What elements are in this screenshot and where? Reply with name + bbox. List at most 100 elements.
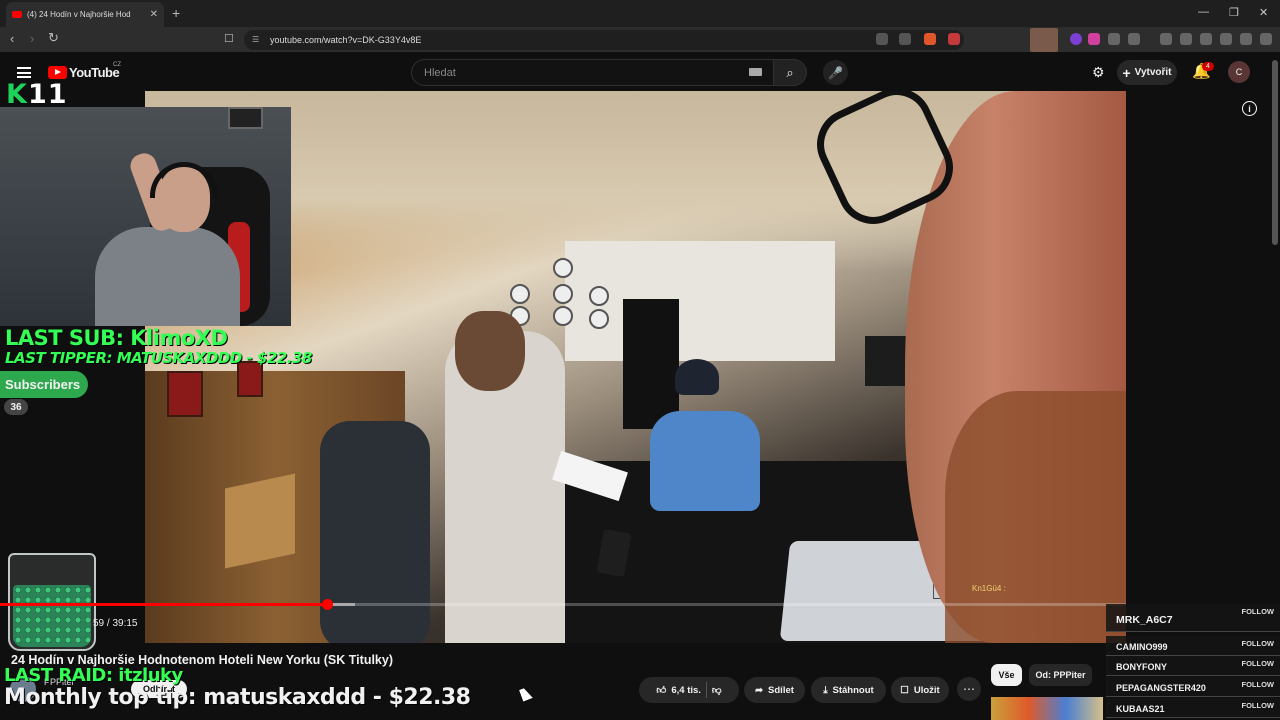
subscribers-label: Subscribers (0, 371, 88, 398)
chat-overlay-name: Kn1Gü4 : (972, 584, 1006, 593)
new-tab-button[interactable]: + (172, 5, 180, 21)
follow-username: CAMINO999 (1116, 642, 1168, 652)
sidebar-icon[interactable] (1180, 33, 1192, 45)
like-button[interactable]: 👍︎ 6,4 tis. (656, 684, 701, 697)
rewards-icon[interactable] (948, 33, 960, 45)
follow-username: MRK_A6C7 (1116, 614, 1173, 626)
search-input[interactable]: Hledat (411, 59, 774, 86)
back-icon[interactable]: ‹ (10, 31, 14, 46)
cardboard-boxes (225, 473, 295, 569)
chip-from-channel[interactable]: Od: PPPiter (1029, 664, 1092, 686)
tab-close-icon[interactable]: ✕ (150, 9, 158, 20)
progress-scrubber-handle[interactable] (321, 599, 333, 610)
autoplay-gear-icon[interactable]: ⚙ (1092, 64, 1105, 81)
youtube-logo-text[interactable]: YouTube (69, 65, 120, 80)
leo-ai-icon[interactable] (1220, 33, 1232, 45)
url-text: youtube.com/watch?v=DK-G33Y4v8E (270, 35, 422, 45)
extension-3-icon[interactable] (1108, 33, 1120, 45)
voice-search-mic-icon[interactable]: 🎤 (823, 60, 848, 85)
media-icon[interactable] (1160, 33, 1172, 45)
follow-button[interactable]: FOLLOW (1242, 701, 1275, 710)
share-page-icon[interactable] (899, 33, 911, 45)
tip-jar (8, 553, 96, 651)
k11-number: 11 (27, 79, 68, 110)
share-button[interactable]: ➦ Sdílet (744, 677, 805, 703)
maximize-button[interactable]: ❐ (1229, 6, 1239, 19)
follow-username: KUBAAS21 (1116, 704, 1165, 714)
tab-title: (4) 24 Hodín v Najhoršie Hod (27, 10, 131, 19)
wall-clock (553, 306, 573, 326)
cast-icon[interactable] (876, 33, 888, 45)
like-dislike-group: 👍︎ 6,4 tis. 👎︎ (639, 677, 739, 703)
streamer-webcam (0, 107, 291, 326)
browser-tab-bar (0, 0, 1280, 27)
follow-button[interactable]: FOLLOW (1242, 680, 1275, 689)
dislike-button[interactable]: 👎︎ (712, 684, 722, 696)
notification-count-badge: 4 (1202, 62, 1214, 71)
time-display: 59 / 39:15 (93, 618, 138, 629)
follow-list: MRK_A6C7 FOLLOW CAMINO999 FOLLOW BONYFON… (1106, 604, 1280, 720)
thumbs-down-icon: 👎︎ (711, 685, 722, 696)
search-button[interactable]: ⌕ (773, 59, 807, 86)
wallet-icon[interactable] (1200, 33, 1212, 45)
wall-clock (589, 309, 609, 329)
brave-shield-icon[interactable] (924, 33, 936, 45)
forward-icon[interactable]: › (30, 31, 34, 46)
address-bar[interactable]: youtube.com/watch?v=DK-G33Y4v8E (244, 30, 964, 50)
reload-icon[interactable]: ↻ (48, 30, 59, 46)
follow-button[interactable]: FOLLOW (1242, 639, 1275, 648)
extension-1-icon[interactable] (1070, 33, 1082, 45)
keyboard-icon[interactable] (749, 68, 762, 76)
region-code: CZ (113, 62, 121, 68)
browser-tab[interactable]: (4) 24 Hodín v Najhoršie Hod ✕ (6, 2, 164, 27)
extension-4-icon[interactable] (1128, 33, 1140, 45)
minimize-button[interactable]: — (1198, 6, 1209, 18)
download-icon: ⤓ (823, 684, 828, 696)
info-icon[interactable]: i (1242, 101, 1257, 116)
chip-all[interactable]: Vše (991, 664, 1022, 686)
mouse-cursor (519, 686, 533, 702)
create-label: Vytvořit (1134, 67, 1172, 78)
more-actions-button[interactable]: ⋯ (957, 677, 981, 701)
page-scrollbar[interactable] (1272, 60, 1278, 245)
download-label: Stáhnout (832, 684, 874, 696)
follow-username: PEPAGANGSTER420 (1116, 683, 1206, 693)
recommended-thumbnail[interactable] (991, 697, 1103, 720)
menu-icon[interactable] (1260, 33, 1272, 45)
wall-picture (228, 107, 263, 129)
guest-head (455, 311, 525, 391)
k11-logo: K11 (6, 79, 68, 110)
save-button[interactable]: ☐ Uložit (891, 677, 949, 703)
monthly-top-tip-text: Monthly top tip: matuskaxddd - $22.38 (4, 685, 471, 710)
backpack (320, 421, 430, 643)
download-button[interactable]: ⤓ Stáhnout (811, 677, 886, 703)
profile-picture-in-toolbar[interactable] (1030, 28, 1058, 52)
tip-jar-fill (13, 585, 91, 647)
search-placeholder: Hledat (424, 66, 456, 79)
window-close-button[interactable]: ✕ (1259, 6, 1268, 19)
progress-played (0, 603, 327, 606)
extension-2-icon[interactable] (1088, 33, 1100, 45)
follow-row: BONYFONY FOLLOW (1106, 656, 1280, 676)
site-info-icon[interactable]: ☰ (252, 35, 259, 44)
bookmark-save-icon: ☐ (900, 684, 909, 696)
wall-sign (167, 371, 203, 417)
wall-clock (589, 286, 609, 306)
vpn-icon[interactable] (1240, 33, 1252, 45)
hamburger-menu-icon[interactable] (17, 67, 31, 78)
wall-clock (510, 284, 530, 304)
video-player[interactable]:  (145, 91, 1126, 643)
follow-username: BONYFONY (1116, 662, 1168, 672)
save-label: Uložit (913, 684, 940, 696)
bookmark-icon[interactable]: ☐ (224, 32, 234, 45)
follow-row: KUBAAS21 FOLLOW (1106, 698, 1280, 718)
youtube-logo-icon[interactable] (48, 66, 67, 79)
last-sub-text: LAST SUB: KlimoXD (5, 326, 228, 350)
follow-button[interactable]: FOLLOW (1242, 607, 1275, 616)
account-avatar[interactable]: C (1228, 61, 1250, 83)
create-button[interactable]: + Vytvořit (1117, 60, 1177, 85)
follow-button[interactable]: FOLLOW (1242, 659, 1275, 668)
like-count: 6,4 tis. (671, 684, 701, 696)
follow-row: MRK_A6C7 FOLLOW (1106, 604, 1280, 632)
clerk-cap (675, 359, 719, 395)
